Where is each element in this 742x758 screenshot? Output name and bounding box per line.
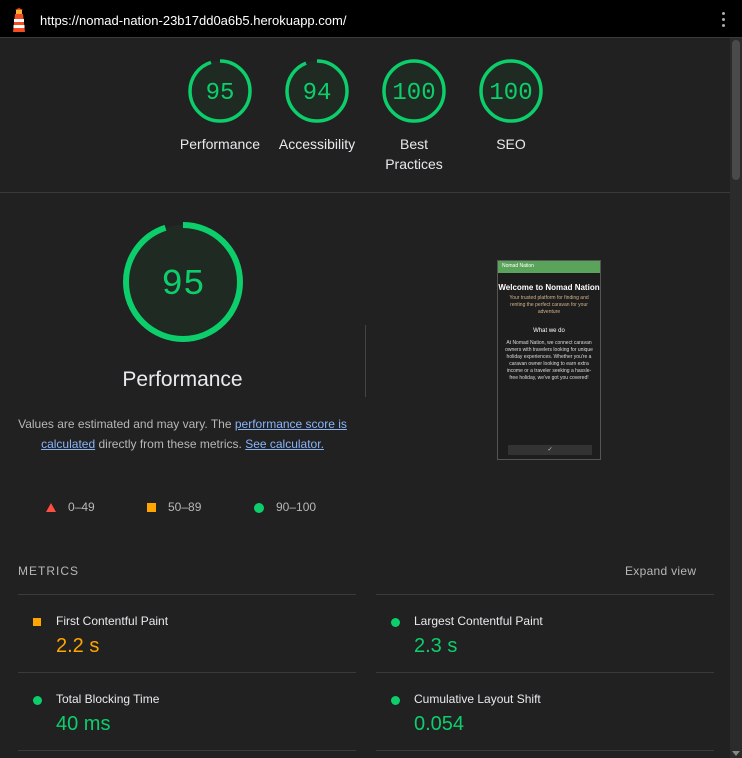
gauge-score: 100 — [489, 80, 532, 107]
gauge-ring: 100 — [382, 59, 446, 123]
performance-score: 95 — [161, 264, 204, 305]
gauge-label: Accessibility — [278, 136, 356, 152]
thumbnail-section-title: What we do — [533, 328, 565, 334]
metric-name: Largest Contentful Paint — [414, 614, 543, 628]
page-url: https://nomad-nation-23b17dd0a6b5.heroku… — [40, 13, 347, 28]
performance-description: Values are estimated and may vary. The p… — [18, 414, 347, 454]
metrics-row-separator — [18, 750, 356, 758]
metric-name: Total Blocking Time — [56, 692, 160, 706]
metric-name: Cumulative Layout Shift — [414, 692, 541, 706]
gauge-accessibility[interactable]: 94 Accessibility — [267, 58, 367, 154]
metric-value: 0.054 — [414, 713, 465, 735]
see-calculator-link[interactable]: See calculator. — [245, 437, 324, 451]
desc-middle: directly from these metrics. — [95, 437, 246, 451]
performance-summary: 95 Performance Values are estimated and … — [0, 220, 365, 454]
legend-pass: 90–100 — [254, 500, 316, 514]
legend-average-range: 50–89 — [168, 500, 202, 514]
vertical-divider — [365, 325, 366, 397]
legend-average: 50–89 — [147, 500, 201, 514]
metrics-heading: METRICS — [18, 564, 79, 578]
desc-prefix: Values are estimated and may vary. The — [18, 417, 235, 431]
square-icon — [147, 503, 156, 513]
gauge-ring: 94 — [285, 59, 349, 123]
circle-icon — [391, 618, 400, 627]
score-legend: 0–49 50–89 90–100 — [0, 500, 365, 520]
metric-value: 40 ms — [56, 713, 111, 735]
score-gauges: 95 Performance 94 Accessibility 100 Best… — [0, 58, 730, 193]
scroll-down-arrow-icon[interactable] — [732, 751, 740, 756]
scrollbar-thumb[interactable] — [732, 40, 740, 180]
gauge-performance[interactable]: 95 Performance — [170, 58, 270, 154]
page-screenshot-thumbnail[interactable]: Nomad Nation Welcome to Nomad Nation You… — [497, 260, 601, 460]
metric-fcp: First Contentful Paint 2.2 s — [18, 594, 356, 673]
report-content: 95 Performance 94 Accessibility 100 Best… — [0, 38, 730, 758]
metric-cls: Cumulative Layout Shift 0.054 — [376, 672, 714, 751]
gauge-label: Performance — [179, 136, 261, 152]
gauge-score: 95 — [206, 80, 235, 107]
thumbnail-subheading: Your trusted platform for finding and re… — [509, 295, 589, 315]
metric-value: 2.3 s — [414, 635, 458, 657]
circle-icon — [33, 696, 42, 705]
metric-value: 2.2 s — [56, 635, 100, 657]
thumbnail-body: At Nomad Nation, we connect caravan owne… — [505, 340, 593, 381]
circle-icon — [254, 502, 264, 513]
gauge-score: 94 — [303, 80, 332, 107]
metrics-row-separator — [376, 750, 714, 758]
vertical-scrollbar[interactable] — [730, 38, 742, 758]
thumbnail-heading: Welcome to Nomad Nation — [498, 283, 600, 292]
metric-tbt: Total Blocking Time 40 ms — [18, 672, 356, 751]
legend-pass-range: 90–100 — [276, 500, 317, 514]
legend-fail-range: 0–49 — [68, 500, 95, 514]
circle-icon — [391, 696, 400, 705]
thumbnail-check-button: ✓ — [508, 445, 592, 455]
gauge-seo[interactable]: 100 SEO — [461, 58, 561, 154]
lighthouse-icon — [10, 8, 28, 37]
gauge-best-practices[interactable]: 100 Best Practices — [364, 58, 464, 174]
gauge-label: Best Practices — [385, 136, 443, 172]
kebab-menu-icon[interactable] — [722, 12, 726, 30]
top-bar: https://nomad-nation-23b17dd0a6b5.heroku… — [0, 0, 742, 38]
gauge-label: SEO — [496, 136, 526, 152]
expand-view-toggle[interactable]: Expand view — [625, 564, 696, 578]
thumbnail-nav: Nomad Nation — [498, 261, 600, 273]
triangle-icon — [46, 503, 56, 513]
performance-gauge: 95 — [122, 222, 243, 342]
gauge-ring: 100 — [479, 59, 543, 123]
legend-fail: 0–49 — [46, 500, 95, 514]
metric-lcp: Largest Contentful Paint 2.3 s — [376, 594, 714, 673]
gauge-ring: 95 — [188, 59, 252, 123]
square-icon — [33, 618, 41, 626]
metric-name: First Contentful Paint — [56, 614, 169, 628]
gauge-score: 100 — [392, 80, 435, 107]
performance-title: Performance — [122, 368, 243, 391]
